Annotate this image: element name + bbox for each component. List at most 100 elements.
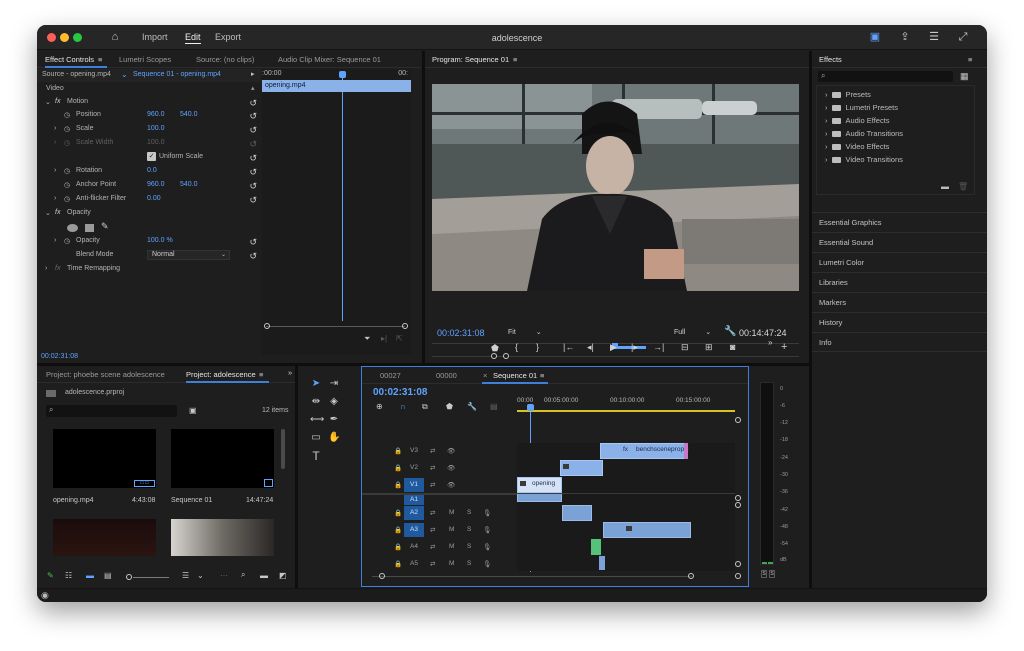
new-item-icon[interactable]: ◩ (279, 571, 287, 580)
eye-icon[interactable]: 👁 (447, 447, 455, 455)
lift-icon[interactable]: ⊟ (681, 342, 689, 353)
step-forward-icon[interactable]: |▸ (631, 342, 638, 353)
find-icon[interactable]: ⌕ (241, 570, 245, 580)
clip-thumbnail[interactable] (53, 519, 156, 556)
fullscreen-icon[interactable]: ⤢ (957, 31, 969, 43)
fit-dropdown[interactable]: Fit ⌄ (508, 328, 542, 336)
zoom-slider-handle[interactable] (126, 574, 132, 580)
position-y-value[interactable]: 540.0 (180, 111, 198, 118)
add-marker-timeline-icon[interactable]: ⬟ (446, 402, 453, 411)
tab-project-phoebe[interactable]: Project: phoebe scene adolescence (46, 370, 165, 379)
zoom-window-button[interactable] (73, 33, 82, 42)
time-remap-expand-icon[interactable]: › (45, 265, 47, 272)
program-menu-icon[interactable]: ≡ (513, 55, 517, 64)
razor-tool-icon[interactable]: ◈ (328, 396, 340, 408)
effect-mini-timeline[interactable]: :00:00 00: opening.mp4 ⏷ ▸| ⇱ (262, 69, 411, 355)
rotation-expand-icon[interactable]: › (54, 167, 56, 174)
audio-clip-a4[interactable] (591, 539, 601, 555)
anchor-stopwatch-icon[interactable]: ◷ (64, 181, 70, 189)
solo-left-button[interactable]: S (761, 570, 767, 578)
sequence-thumbnail[interactable] (171, 429, 274, 488)
expand-arrow-icon[interactable]: ▸ (251, 70, 255, 78)
rotation-stopwatch-icon[interactable]: ◷ (64, 167, 70, 175)
sync-lock-icon[interactable]: ⇄ (430, 543, 435, 551)
bin-icon[interactable]: ▣ (189, 406, 197, 415)
mute-button[interactable]: M (449, 526, 454, 533)
folder-audio-transitions[interactable]: › Audio Transitions (825, 129, 903, 138)
motion-row[interactable]: ⌄ fx Motion ↺ (37, 96, 261, 109)
sync-lock-icon[interactable]: ⇄ (430, 560, 435, 568)
tab-sequence-01[interactable]: Sequence 01 (493, 371, 537, 380)
audio-clip-a5[interactable] (599, 556, 605, 570)
panel-essential-sound[interactable]: Essential Sound (812, 232, 987, 252)
ellipse-mask-icon[interactable] (67, 224, 78, 232)
time-remap-fx-icon[interactable]: fx (55, 265, 60, 272)
antiflicker-expand-icon[interactable]: › (54, 195, 56, 202)
sync-lock-icon[interactable]: ⇄ (430, 526, 435, 534)
anchor-y-value[interactable]: 540.0 (180, 181, 198, 188)
panel-history[interactable]: History (812, 312, 987, 332)
close-tab-icon[interactable]: × (483, 371, 487, 380)
selection-tool-icon[interactable]: ➤ (310, 378, 322, 390)
timeline-track-area[interactable]: fx benchsceneproper opening (517, 443, 735, 571)
effect-controls-timecode[interactable]: 00:02:31:08 (41, 353, 78, 360)
export-frame-icon[interactable]: ⇱ (396, 334, 403, 343)
nav-export[interactable]: Export (215, 32, 241, 42)
blend-mode-dropdown[interactable]: Normal (147, 250, 230, 260)
panel-essential-graphics[interactable]: Essential Graphics (812, 212, 987, 232)
eye-icon[interactable]: 👁 (447, 481, 455, 489)
effects-search-input[interactable]: ⌕ (818, 71, 953, 82)
project-menu-icon[interactable]: ≡ (259, 370, 263, 379)
quick-export-icon[interactable]: ▣ (869, 31, 881, 43)
type-tool-icon[interactable]: T (310, 450, 322, 462)
microphone-icon[interactable]: 🎙 (483, 526, 491, 534)
mark-out-icon[interactable]: } (536, 342, 539, 352)
motion-reset-icon[interactable]: ↺ (249, 98, 257, 109)
track-select-tool-icon[interactable]: ⇥ (328, 378, 340, 390)
scroll-up-icon[interactable]: ▴ (251, 84, 255, 92)
tab-audio-clip-mixer[interactable]: Audio Clip Mixer: Sequence 01 (278, 55, 381, 64)
step-back-icon[interactable]: ◂| (587, 342, 594, 353)
mute-button[interactable]: M (449, 509, 454, 516)
workspaces-icon[interactable]: ☰ (928, 31, 940, 43)
track-label[interactable]: A4 (410, 543, 418, 550)
folder-lumetri-presets[interactable]: › Lumetri Presets (825, 103, 898, 112)
anchor-x-value[interactable]: 960.0 (147, 181, 165, 188)
mini-scroll-handle-left[interactable] (264, 323, 270, 329)
lock-icon[interactable]: 🔒 (394, 464, 402, 472)
tab-project-adolescence[interactable]: Project: adolescence (186, 370, 256, 379)
lock-icon[interactable]: 🔒 (394, 447, 402, 455)
antiflicker-reset-icon[interactable]: ↺ (249, 195, 257, 206)
vscroll-handle-lower[interactable] (735, 502, 741, 508)
timeline-menu-icon[interactable]: ≡ (540, 371, 544, 380)
mute-button[interactable]: M (449, 543, 454, 550)
opacity-stopwatch-icon[interactable]: ◷ (64, 237, 70, 245)
solo-button[interactable]: S (467, 526, 471, 533)
more-controls-icon[interactable]: » (768, 338, 772, 347)
opacity-expand-icon[interactable]: › (54, 237, 56, 244)
tab-source[interactable]: Source: (no clips) (196, 55, 254, 64)
mini-scroll-handle-right[interactable] (402, 323, 408, 329)
timeline-hscroll[interactable] (372, 576, 692, 577)
automate-icon[interactable]: ⋯ (220, 571, 228, 580)
clip-bench-scene[interactable]: fx benchsceneproper (600, 443, 690, 459)
nav-edit[interactable]: Edit (185, 32, 201, 44)
project-search-input[interactable]: ⌕ (46, 405, 177, 417)
project-scrollbar[interactable] (281, 429, 285, 469)
microphone-icon[interactable]: 🎙 (483, 543, 491, 551)
button-editor-plus-icon[interactable]: + (781, 341, 787, 353)
track-label[interactable]: A1 (404, 495, 424, 505)
effects-title[interactable]: Effects (819, 55, 842, 64)
hscroll-end-handle[interactable] (735, 573, 741, 579)
sort-icon[interactable]: ☰ (182, 571, 189, 580)
folder-presets[interactable]: › Presets (825, 90, 871, 99)
filter-icon[interactable]: ⏷ (364, 334, 370, 344)
blend-reset-icon[interactable]: ↺ (249, 251, 257, 262)
minimize-window-button[interactable] (60, 33, 69, 42)
solo-right-button[interactable]: S (769, 570, 775, 578)
folder-video-effects[interactable]: › Video Effects (825, 142, 889, 151)
clip-thumbnail[interactable] (171, 519, 274, 556)
audio-clip-a3[interactable] (603, 522, 691, 538)
panel-markers[interactable]: Markers (812, 292, 987, 312)
antiflicker-value[interactable]: 0.00 (147, 195, 161, 202)
